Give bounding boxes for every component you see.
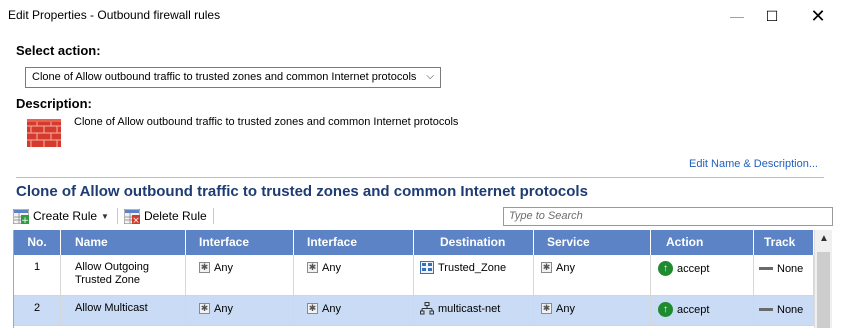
column-header-no[interactable]: No.: [14, 230, 61, 255]
column-header-service[interactable]: Service: [534, 230, 651, 255]
firewall-brick-icon: [27, 119, 61, 147]
any-icon: ✱: [541, 303, 552, 314]
toolbar-separator: [212, 208, 214, 224]
create-rule-dropdown-icon[interactable]: ▼: [101, 212, 109, 221]
rule-set-title: Clone of Allow outbound traffic to trust…: [16, 183, 588, 200]
service-cell: ✱ Any: [534, 255, 651, 295]
destination-cell: Trusted_Zone: [414, 255, 534, 295]
select-action-label: Select action:: [16, 43, 101, 58]
column-header-destination[interactable]: Destination: [414, 230, 534, 255]
interface-src-value: Any: [214, 261, 233, 274]
any-icon: ✱: [199, 303, 210, 314]
title-bar: Edit Properties - Outbound firewall rule…: [0, 0, 844, 32]
column-header-interface[interactable]: Interface: [186, 230, 294, 255]
rule-name: Allow Multicast: [61, 296, 186, 325]
any-icon: ✱: [199, 262, 210, 273]
edit-name-description-link[interactable]: Edit Name & Description...: [689, 158, 818, 170]
column-header-interface-2[interactable]: Interface: [294, 230, 414, 255]
table-row-selected[interactable]: 2 Allow Multicast ✱ Any ✱ Any multicast-ne…: [14, 296, 814, 326]
action-value: accept: [677, 303, 710, 316]
any-icon: ✱: [307, 303, 318, 314]
svg-text:+: +: [21, 216, 29, 224]
column-header-action[interactable]: Action: [651, 230, 754, 255]
interface-src-value: Any: [214, 302, 233, 315]
create-rule-icon: +: [13, 208, 29, 224]
action-select-value: Clone of Allow outbound traffic to trust…: [32, 71, 417, 83]
scrollbar-thumb[interactable]: [817, 252, 830, 328]
destination-value: multicast-net: [438, 302, 501, 315]
any-icon: ✱: [541, 262, 552, 273]
action-value: accept: [677, 262, 710, 275]
maximize-button[interactable]: ☐: [752, 0, 792, 32]
track-none-icon: [759, 267, 773, 270]
destination-value: Trusted_Zone: [438, 261, 507, 274]
delete-rule-icon: ×: [123, 208, 140, 224]
column-header-name[interactable]: Name: [61, 230, 186, 255]
service-value: Any: [556, 261, 575, 274]
delete-rule-button[interactable]: × Delete Rule: [123, 208, 207, 224]
rules-toolbar: + Create Rule ▼ × Delete Rule: [13, 206, 220, 226]
table-row[interactable]: 1 Allow Outgoing Trusted Zone ✱ Any ✱ Any …: [14, 255, 814, 296]
rule-number: 2: [14, 296, 61, 325]
rules-table: No. Name Interface Interface Destination…: [13, 230, 832, 328]
rule-number: 1: [14, 255, 61, 295]
search-input[interactable]: Type to Search: [503, 207, 833, 226]
action-cell: ↑ accept: [651, 296, 754, 325]
rule-name: Allow Outgoing Trusted Zone: [61, 255, 186, 295]
action-cell: ↑ accept: [651, 255, 754, 295]
divider: [16, 177, 824, 178]
vertical-scrollbar[interactable]: ▲: [814, 230, 832, 328]
action-select[interactable]: Clone of Allow outbound traffic to trust…: [25, 67, 441, 88]
interface-src-cell: ✱ Any: [186, 255, 294, 295]
accept-icon: ↑: [658, 302, 673, 317]
create-rule-label: Create Rule: [33, 209, 98, 223]
minimize-button[interactable]: —: [717, 0, 757, 32]
track-none-icon: [759, 308, 773, 311]
close-button[interactable]: ✕: [798, 0, 838, 32]
window-title: Edit Properties - Outbound firewall rule…: [8, 8, 221, 22]
interface-src-cell: ✱ Any: [186, 296, 294, 325]
track-cell: None: [754, 296, 814, 325]
interface-dst-value: Any: [322, 302, 341, 315]
description-text: Clone of Allow outbound traffic to trust…: [74, 116, 459, 128]
track-cell: None: [754, 255, 814, 295]
track-value: None: [777, 303, 804, 316]
svg-text:×: ×: [132, 216, 140, 224]
any-icon: ✱: [307, 262, 318, 273]
table-header: No. Name Interface Interface Destination…: [14, 230, 814, 255]
accept-icon: ↑: [658, 261, 673, 276]
chevron-down-icon: ⌵: [426, 71, 434, 82]
service-cell: ✱ Any: [534, 296, 651, 325]
delete-rule-label: Delete Rule: [143, 209, 207, 223]
column-header-track[interactable]: Track: [754, 230, 814, 255]
track-value: None: [777, 262, 804, 275]
zone-icon: [420, 261, 434, 274]
interface-dst-value: Any: [322, 261, 341, 274]
scroll-up-icon[interactable]: ▲: [819, 233, 829, 244]
create-rule-button[interactable]: + Create Rule: [13, 208, 98, 224]
service-value: Any: [556, 302, 575, 315]
interface-dst-cell: ✱ Any: [294, 255, 414, 295]
destination-cell: multicast-net: [414, 296, 534, 325]
toolbar-separator: [116, 208, 118, 224]
description-label: Description:: [16, 96, 92, 111]
interface-dst-cell: ✱ Any: [294, 296, 414, 325]
network-icon: [420, 302, 434, 315]
